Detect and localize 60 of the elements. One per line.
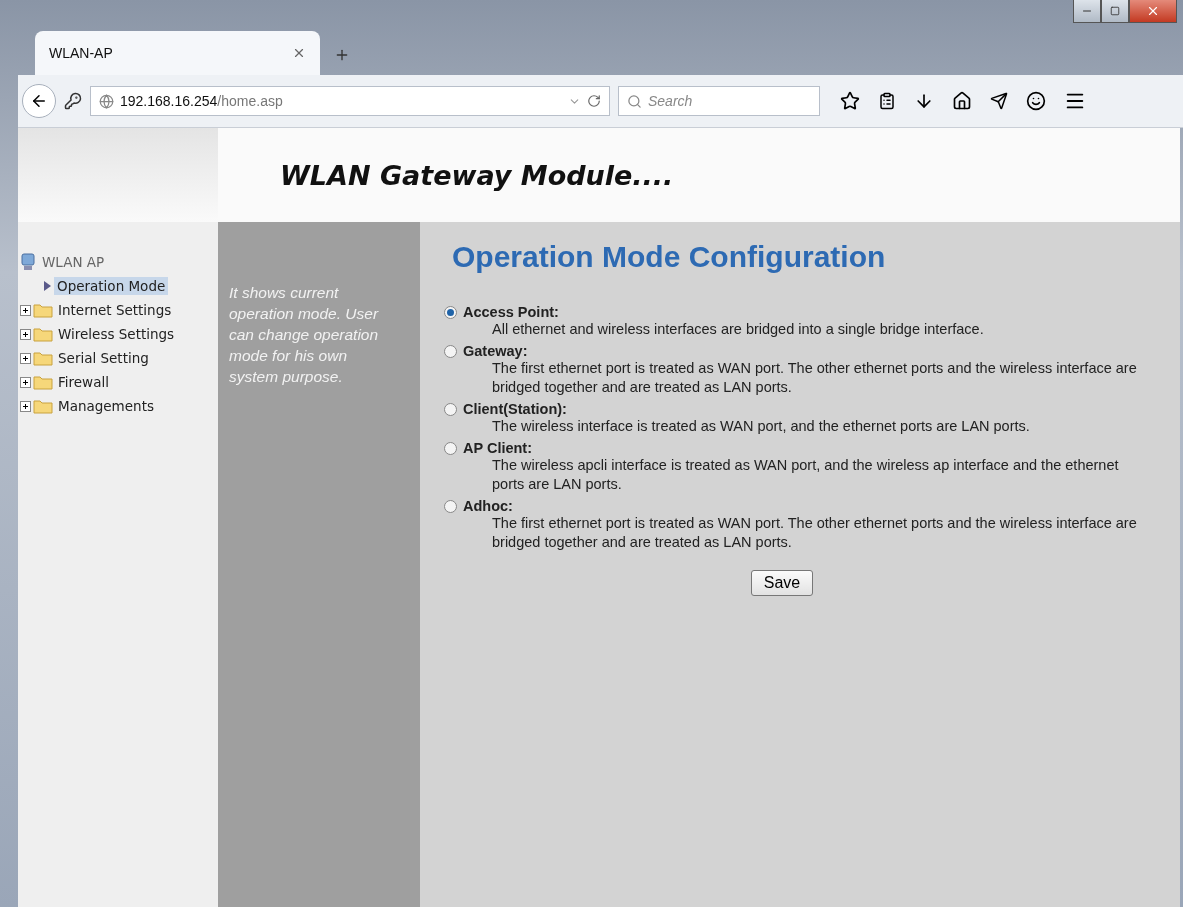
url-text: 192.168.16.254/home.asp (120, 93, 284, 109)
minimize-button[interactable] (1073, 0, 1101, 23)
folder-icon (33, 374, 53, 390)
mode-description: The wireless interface is treated as WAN port, and the ethernet ports are LAN ports. (492, 417, 1031, 436)
radio-button[interactable] (444, 344, 457, 358)
expand-icon[interactable] (20, 304, 31, 316)
tree-item[interactable]: Managements (55, 397, 157, 415)
back-button[interactable] (22, 84, 56, 118)
expand-icon[interactable] (20, 352, 31, 364)
radio-button[interactable] (444, 441, 457, 455)
mode-label: Access Point: (463, 304, 559, 320)
close-icon (1146, 4, 1160, 18)
mode-description: The wireless apcli interface is treated as WAN port, and the wireless ap interface and the ethernet ports are LAN ports. (492, 456, 1120, 494)
close-icon[interactable] (292, 46, 306, 60)
page-title: Operation Mode Configuration (452, 240, 887, 274)
tree-item[interactable]: Serial Setting (55, 349, 152, 367)
clipboard-icon[interactable] (878, 92, 896, 110)
save-button[interactable]: Save (750, 570, 814, 596)
mode-label: Gateway: (463, 343, 528, 359)
tree-root[interactable]: WLAN AP (42, 254, 105, 270)
expand-icon[interactable] (20, 328, 31, 340)
key-icon[interactable] (64, 92, 82, 110)
globe-icon (99, 93, 114, 109)
browser-tab[interactable]: WLAN-AP (35, 31, 320, 75)
tree-item[interactable]: Wireless Settings (55, 325, 178, 343)
expand-icon[interactable] (20, 376, 31, 388)
mode-label: AP Client: (463, 440, 533, 456)
mode-label: Client(Station): (463, 401, 567, 417)
radio-button[interactable] (444, 402, 457, 416)
radio-button[interactable] (444, 499, 457, 513)
mode-description: All ethernet and wireless interfaces are bridged into a single bridge interface. (492, 320, 985, 339)
folder-icon (33, 350, 53, 366)
banner-title: WLAN Gateway Module.... (280, 159, 674, 191)
mode-label: Adhoc: (463, 498, 513, 514)
search-icon (627, 93, 642, 109)
star-icon[interactable] (840, 91, 860, 111)
folder-icon (33, 398, 53, 414)
arrow-icon (42, 280, 52, 292)
close-button[interactable] (1129, 0, 1177, 23)
folder-icon (33, 326, 53, 342)
computer-icon (20, 253, 36, 271)
tree-item[interactable]: Internet Settings (55, 301, 175, 319)
maximize-icon (1110, 6, 1120, 16)
address-field[interactable]: 192.168.16.254/home.asp (90, 86, 610, 116)
back-icon (30, 92, 48, 110)
radio-button[interactable] (444, 305, 457, 319)
folder-icon (33, 302, 53, 318)
mode-description: The first ethernet port is treated as WAN port. The other ethernet ports and the wireless interface are bridged together and are treated as LAN ports. (492, 514, 1137, 552)
send-icon[interactable] (990, 92, 1008, 110)
tree-item[interactable]: Firewall (55, 373, 112, 391)
tree-item[interactable]: Operation Mode (54, 277, 169, 295)
new-tab-icon[interactable] (334, 47, 350, 63)
help-text: It shows current operation mode. User can change operation mode for his own system purpose. (229, 283, 380, 387)
search-field[interactable]: Search (618, 86, 820, 116)
expand-icon[interactable] (20, 400, 31, 412)
home-icon[interactable] (952, 91, 972, 111)
reload-icon[interactable] (587, 94, 601, 108)
smiley-icon[interactable] (1026, 91, 1046, 111)
maximize-button[interactable] (1101, 0, 1129, 23)
mode-description: The first ethernet port is treated as WAN port. The other ethernet ports and the wireless interface are bridged together and are treated as LAN ports. (492, 359, 1137, 397)
